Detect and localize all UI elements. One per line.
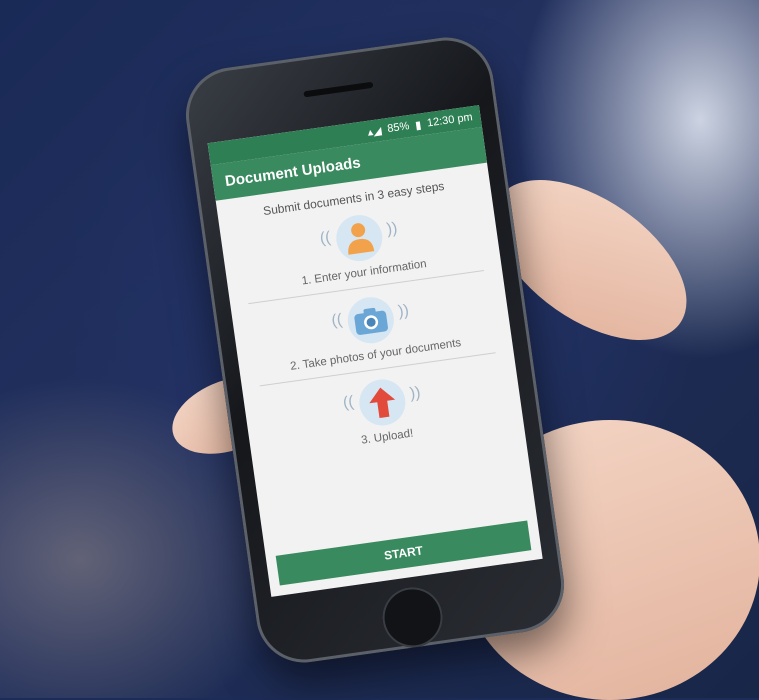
person-icon-badge: (( )) bbox=[319, 212, 398, 265]
signal-icon: ▴◢ bbox=[366, 124, 383, 139]
wave-right-icon: )) bbox=[408, 384, 422, 403]
camera-icon-badge: (( )) bbox=[330, 294, 410, 347]
home-button[interactable] bbox=[378, 583, 447, 652]
clock: 12:30 pm bbox=[426, 111, 474, 130]
battery-level: 85% bbox=[386, 120, 411, 136]
camera-icon bbox=[354, 307, 388, 335]
wave-left-icon: (( bbox=[341, 393, 355, 412]
person-icon bbox=[348, 223, 375, 255]
upload-icon-badge: (( )) bbox=[342, 376, 422, 429]
wave-right-icon: )) bbox=[385, 219, 399, 239]
upload-arrow-icon bbox=[369, 387, 396, 419]
battery-icon: ▮ bbox=[414, 118, 423, 132]
wave-right-icon: )) bbox=[397, 301, 411, 321]
start-button[interactable]: START bbox=[275, 520, 532, 586]
app-screen: ▴◢ 85% ▮ 12:30 pm Document Uploads Submi… bbox=[207, 105, 543, 597]
wave-left-icon: (( bbox=[318, 229, 332, 248]
wave-left-icon: (( bbox=[330, 311, 344, 330]
phone-speaker bbox=[303, 81, 374, 98]
